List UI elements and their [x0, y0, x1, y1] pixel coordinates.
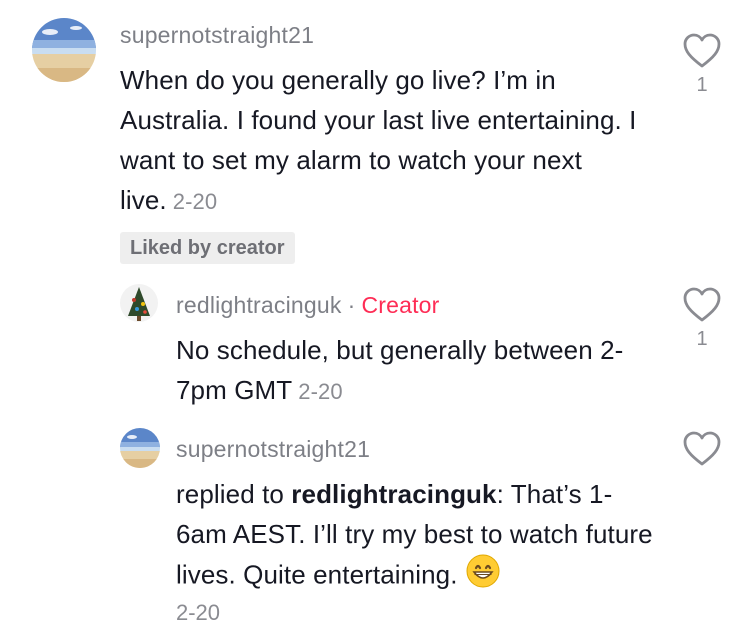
heart-icon [683, 431, 721, 466]
tree-avatar-icon [120, 284, 158, 322]
separator-dot: · [347, 292, 356, 318]
like-button[interactable] [682, 286, 722, 324]
avatar[interactable] [120, 284, 158, 322]
creator-label: Creator [361, 292, 440, 318]
like-button[interactable] [682, 32, 722, 70]
reply-prefix: replied to [176, 479, 284, 509]
reply-date: 2-20 [176, 600, 221, 625]
reply-text: No schedule, but generally between 2-7pm… [176, 335, 624, 405]
reply-username-line: redlightracinguk · Creator [176, 292, 440, 319]
comment-text-block: When do you generally go live? I’m in Au… [120, 60, 640, 222]
grinning-face-emoji-icon [466, 554, 500, 599]
like-button[interactable] [682, 430, 722, 468]
avatar[interactable] [32, 18, 96, 82]
heart-icon [683, 287, 721, 322]
like-count: 1 [696, 74, 708, 96]
comment-3: supernotstraight21 replied to redlightra… [0, 420, 750, 642]
liked-by-creator-badge: Liked by creator [120, 232, 295, 264]
reply-text-block: replied to redlightracinguk: That’s 1-6a… [176, 474, 656, 599]
like-count: 1 [696, 328, 708, 350]
beach-avatar-icon [32, 18, 96, 82]
comment-date: 2-20 [172, 189, 218, 214]
mention-link[interactable]: redlightracinguk [291, 479, 496, 509]
avatar[interactable] [120, 428, 160, 468]
comment-1: supernotstraight21 When do you generally… [0, 0, 750, 280]
heart-icon [683, 33, 721, 68]
reply-date: 2-20 [298, 379, 343, 404]
reply-username[interactable]: supernotstraight21 [176, 436, 370, 463]
reply-username[interactable]: redlightracinguk [176, 292, 342, 318]
reply-text-block: No schedule, but generally between 2-7pm… [176, 330, 656, 412]
beach-avatar-icon [120, 428, 160, 468]
comment-2: redlightracinguk · Creator No schedule, bu… [0, 280, 750, 420]
comment-username[interactable]: supernotstraight21 [120, 22, 314, 49]
